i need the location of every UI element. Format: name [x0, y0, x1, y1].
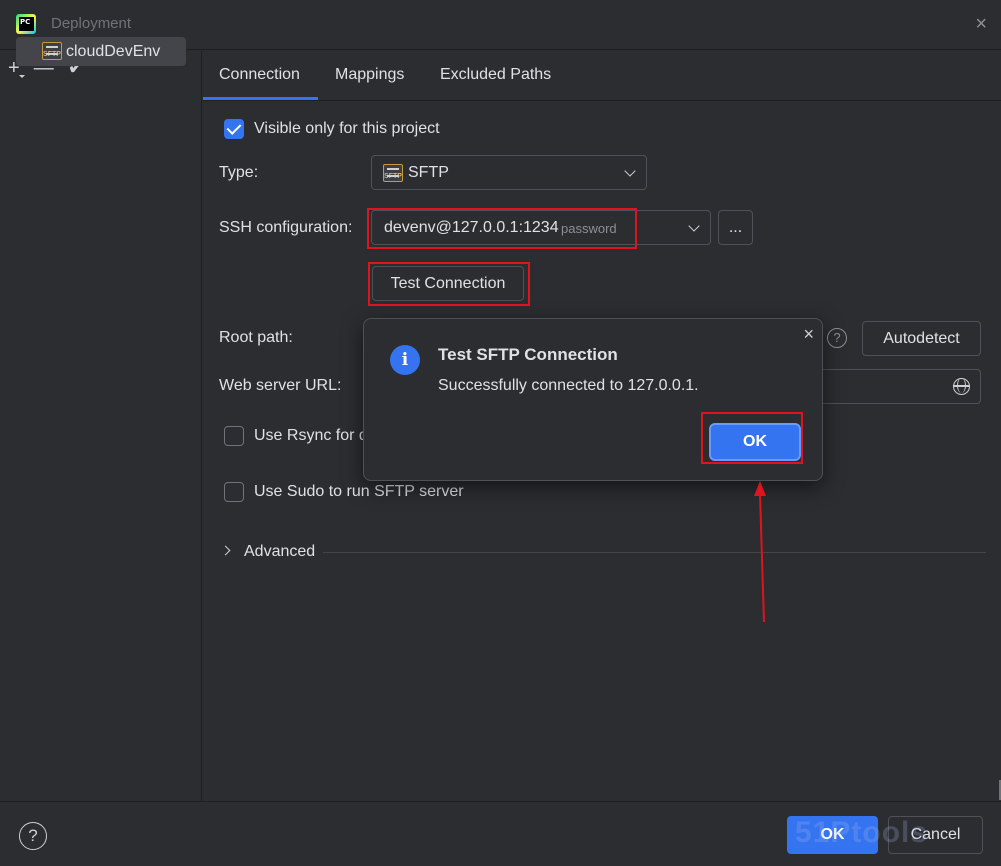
watermark: 51Ptools	[795, 816, 929, 849]
annotation-arrow	[754, 481, 766, 623]
help-icon[interactable]: ?	[19, 822, 47, 850]
